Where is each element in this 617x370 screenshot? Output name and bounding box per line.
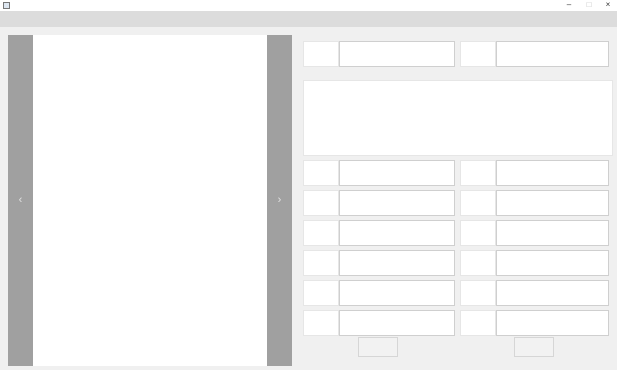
field-label-right-2 xyxy=(460,190,496,216)
menu-bar xyxy=(0,11,617,27)
field-label-right-6 xyxy=(460,310,496,336)
text-input-right-6[interactable] xyxy=(496,310,609,336)
text-input-left-1[interactable] xyxy=(339,160,455,186)
chevron-left-icon[interactable]: ‹ xyxy=(8,190,33,210)
text-input-right-3[interactable] xyxy=(496,220,609,246)
field-label-left-3 xyxy=(303,220,339,246)
field-label-right-4 xyxy=(460,250,496,276)
text-input-right-4[interactable] xyxy=(496,250,609,276)
text-input-left-3[interactable] xyxy=(339,220,455,246)
form-panel xyxy=(303,38,613,366)
app-icon xyxy=(3,2,10,9)
field-label-left-4 xyxy=(303,250,339,276)
field-label-right-1 xyxy=(460,160,496,186)
text-input-left-5[interactable] xyxy=(339,280,455,306)
text-input-left-2[interactable] xyxy=(339,190,455,216)
field-label-top-1 xyxy=(303,41,339,67)
chevron-right-icon[interactable]: › xyxy=(267,190,292,210)
next-bar[interactable]: › xyxy=(267,35,292,366)
text-input-top-1[interactable] xyxy=(339,41,455,67)
field-label-left-2 xyxy=(303,190,339,216)
text-input-right-2[interactable] xyxy=(496,190,609,216)
close-icon[interactable]: × xyxy=(597,0,617,11)
notes-textarea[interactable] xyxy=(303,80,613,156)
text-input-right-1[interactable] xyxy=(496,160,609,186)
right-action-button[interactable] xyxy=(514,337,554,357)
text-input-left-4[interactable] xyxy=(339,250,455,276)
text-input-top-2[interactable] xyxy=(496,41,609,67)
text-input-right-5[interactable] xyxy=(496,280,609,306)
field-label-right-3 xyxy=(460,220,496,246)
field-label-left-1 xyxy=(303,160,339,186)
field-label-right-5 xyxy=(460,280,496,306)
title-bar: – □ × xyxy=(0,0,617,11)
minimize-icon[interactable]: – xyxy=(558,0,580,11)
field-label-left-6 xyxy=(303,310,339,336)
text-input-left-6[interactable] xyxy=(339,310,455,336)
field-label-top-2 xyxy=(460,41,496,67)
field-label-left-5 xyxy=(303,280,339,306)
prev-bar[interactable]: ‹ xyxy=(8,35,33,366)
left-action-button[interactable] xyxy=(358,337,398,357)
image-viewer xyxy=(33,35,267,366)
